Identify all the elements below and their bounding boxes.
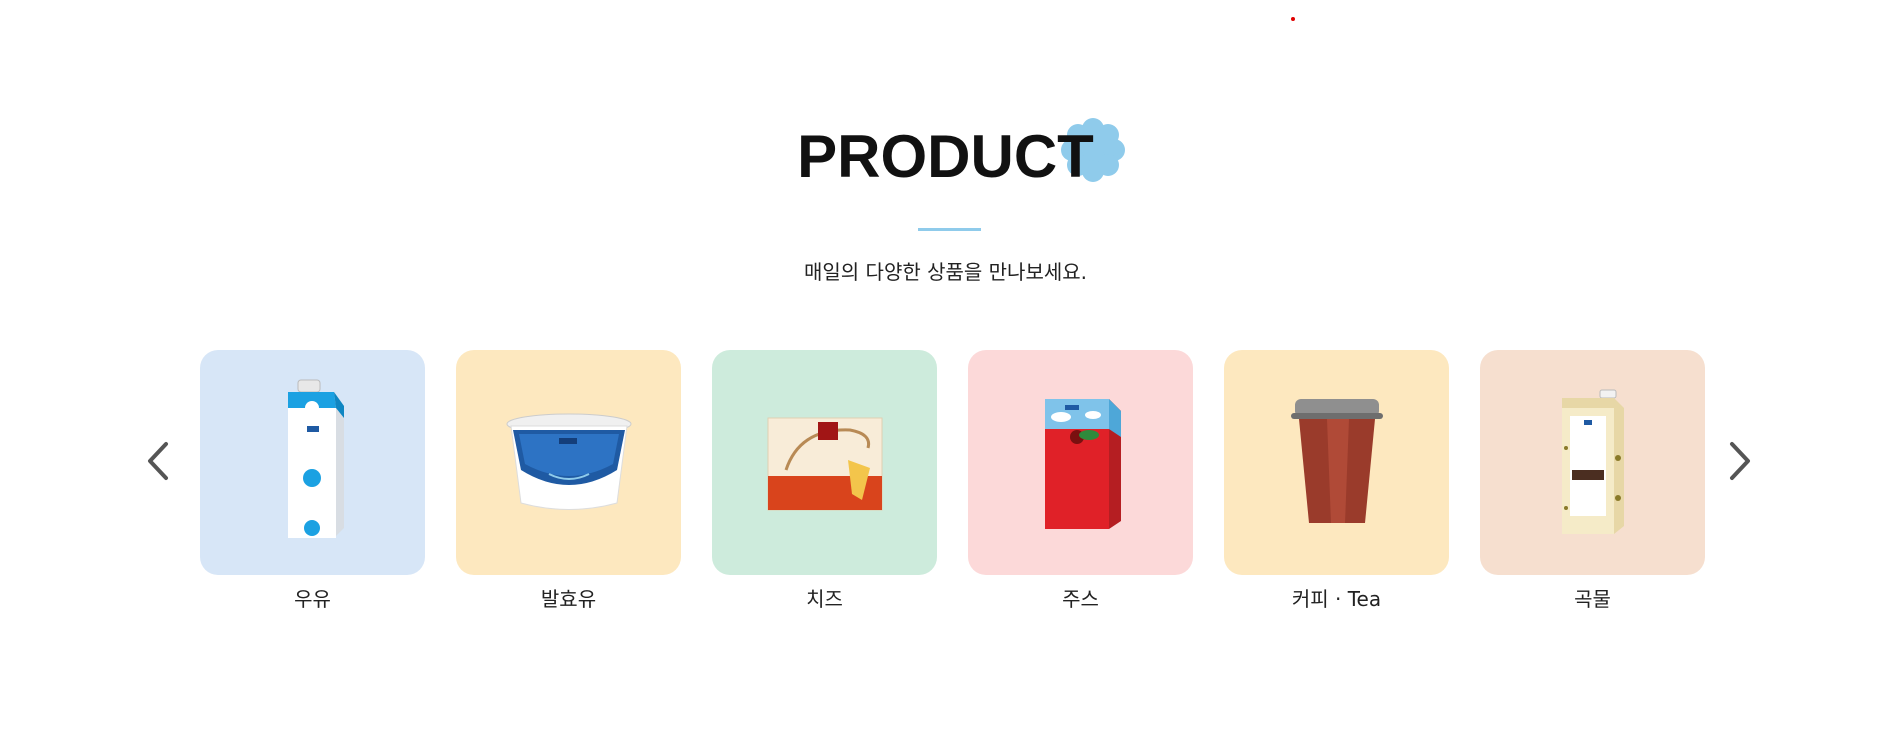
cheese-pack-icon	[767, 417, 882, 510]
product-card-yogurt[interactable]: 발효유	[456, 350, 681, 612]
product-card-grain[interactable]: 곡물	[1480, 350, 1705, 612]
section-header: PRODUCT	[0, 118, 1891, 193]
grain-carton-icon	[1561, 389, 1624, 534]
product-card-juice[interactable]: 주스	[968, 350, 1193, 612]
coffee-cup-icon	[1290, 398, 1383, 523]
title-text: PRODUCT	[797, 123, 1094, 190]
product-card-milk[interactable]: 우유	[200, 350, 425, 612]
title-divider	[918, 228, 981, 231]
product-label[interactable]: 주스	[968, 583, 1193, 612]
product-tile[interactable]	[200, 350, 425, 575]
product-label[interactable]: 커피 · Tea	[1224, 583, 1449, 612]
product-tile[interactable]	[456, 350, 681, 575]
next-button[interactable]	[1720, 436, 1760, 486]
product-label[interactable]: 발효유	[456, 583, 681, 612]
yogurt-cup-icon	[506, 413, 631, 510]
product-card-cheese[interactable]: 치즈	[712, 350, 937, 612]
product-tile[interactable]	[712, 350, 937, 575]
subtitle: 매일의 다양한 상품을 만나보세요.	[803, 260, 1088, 284]
juice-box-icon	[1044, 398, 1121, 529]
chevron-left-icon	[148, 442, 168, 480]
chevron-right-icon	[1730, 442, 1750, 480]
product-label[interactable]: 곡물	[1480, 583, 1705, 612]
product-tile[interactable]	[1480, 350, 1705, 575]
product-label[interactable]: 우유	[200, 583, 425, 612]
product-label[interactable]: 치즈	[712, 583, 937, 612]
product-card-coffee[interactable]: 커피 · Tea	[1224, 350, 1449, 612]
milk-carton-icon	[287, 379, 344, 538]
marker-dot	[1291, 17, 1295, 21]
product-tile[interactable]	[1224, 350, 1449, 575]
prev-button[interactable]	[138, 436, 178, 486]
page-title: PRODUCT	[797, 118, 1125, 193]
product-tile[interactable]	[968, 350, 1193, 575]
